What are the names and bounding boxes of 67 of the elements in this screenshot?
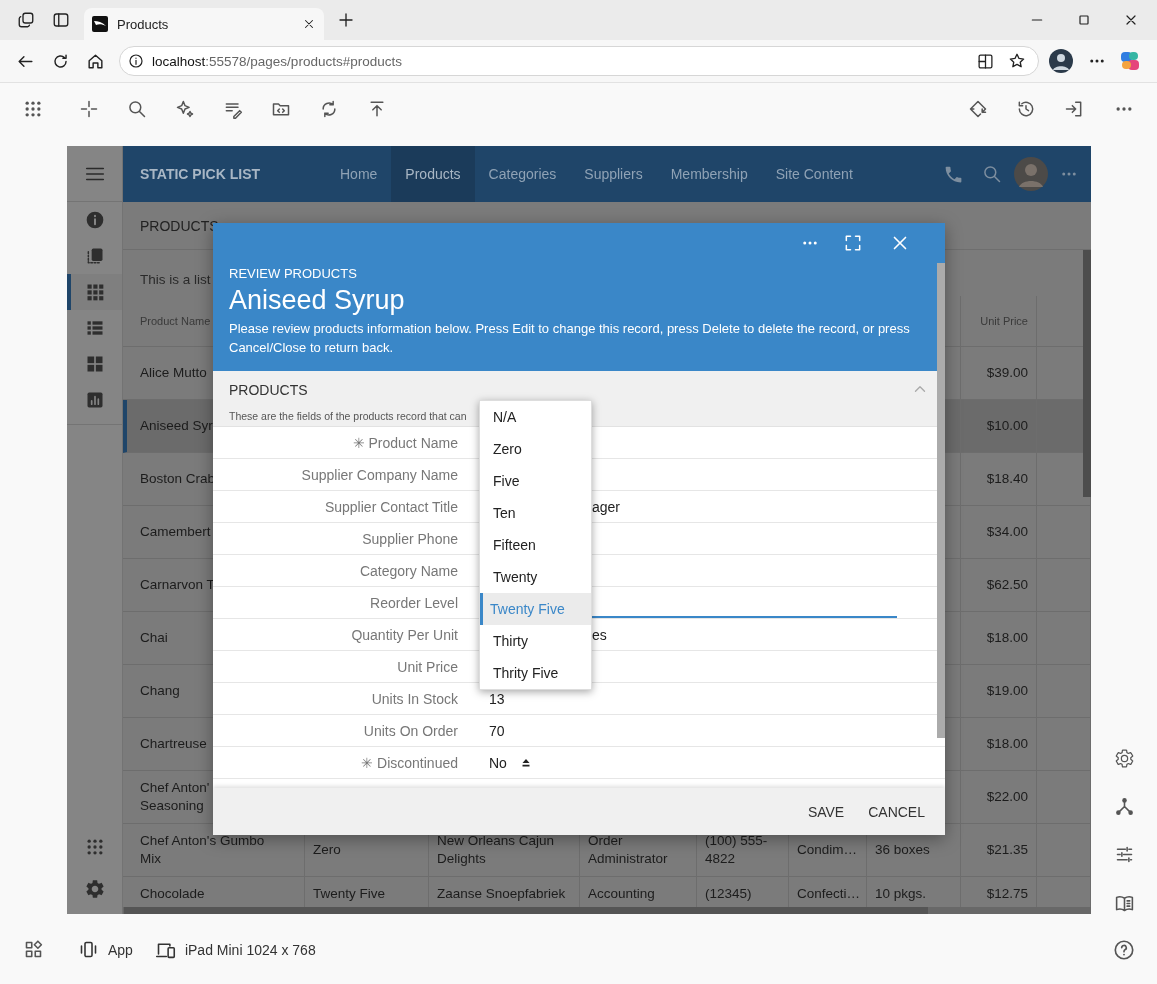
dropdown-option[interactable]: Ten bbox=[480, 497, 591, 529]
dropdown-option[interactable]: Zero bbox=[480, 433, 591, 465]
dropdown-option[interactable]: Thirty bbox=[480, 625, 591, 657]
dropdown-option[interactable]: Fifteen bbox=[480, 529, 591, 561]
field-label: Unit Price bbox=[396, 658, 458, 675]
hierarchy-icon[interactable] bbox=[1113, 795, 1135, 817]
nav-tab[interactable]: Suppliers bbox=[570, 146, 657, 202]
field-value: es bbox=[592, 626, 607, 643]
field-value: 13 bbox=[489, 690, 505, 707]
sidebar-icon[interactable] bbox=[51, 11, 70, 29]
field-label: ✳ Product Name bbox=[351, 434, 458, 451]
crosshair-icon[interactable] bbox=[79, 98, 99, 119]
sidebar-item[interactable] bbox=[67, 274, 122, 310]
nav-tab[interactable]: Site Content bbox=[761, 146, 867, 202]
field-label: Category Name bbox=[358, 562, 458, 579]
dropdown-option[interactable]: Five bbox=[480, 465, 591, 497]
help-icon[interactable] bbox=[1113, 939, 1135, 961]
nav-tab[interactable]: Membership bbox=[656, 146, 762, 202]
settings-icon[interactable] bbox=[1113, 747, 1135, 769]
dialog-subtitle: REVIEW PRODUCTS bbox=[229, 266, 358, 281]
search-icon[interactable] bbox=[127, 98, 147, 119]
field-label: Supplier Contact Title bbox=[323, 498, 458, 515]
site-logo-icon bbox=[92, 16, 108, 32]
dialog-title: Aniseed Syrup bbox=[229, 284, 406, 317]
widgets-icon[interactable] bbox=[23, 939, 44, 960]
scrollbar[interactable] bbox=[937, 263, 945, 738]
page-description: This is a list bbox=[140, 272, 211, 287]
fullscreen-icon[interactable] bbox=[843, 233, 863, 253]
info-icon bbox=[84, 210, 105, 230]
dropdown-option[interactable]: N/A bbox=[480, 401, 591, 433]
nav-tab[interactable]: Products bbox=[391, 146, 475, 202]
nav-tab[interactable]: Categories bbox=[474, 146, 571, 202]
scrollbar[interactable] bbox=[124, 907, 928, 914]
sparkle-icon[interactable] bbox=[175, 98, 195, 119]
field-label: Units In Stock bbox=[370, 690, 458, 707]
close-icon[interactable] bbox=[302, 17, 316, 31]
app-title: STATIC PICK LIST bbox=[140, 166, 262, 182]
new-tab-icon[interactable] bbox=[336, 11, 355, 29]
device-button[interactable]: iPad Mini 1024 x 768 bbox=[154, 939, 316, 960]
field-label: Units On Order bbox=[362, 722, 458, 739]
address-bar[interactable]: localhost:55578/pages/products#products bbox=[119, 46, 1039, 76]
section-title[interactable]: PRODUCTS bbox=[229, 382, 308, 398]
select-field[interactable]: No bbox=[489, 754, 533, 771]
home-icon[interactable] bbox=[86, 51, 105, 71]
field-label: Reorder Level bbox=[369, 594, 458, 611]
avatar[interactable] bbox=[1049, 49, 1073, 73]
sync-icon[interactable] bbox=[319, 98, 339, 119]
settings-icon[interactable] bbox=[83, 878, 106, 900]
dropdown-option[interactable]: Thrity Five bbox=[480, 657, 591, 689]
field-label: ✳ Discontinued bbox=[360, 754, 458, 771]
favorite-icon[interactable] bbox=[1008, 52, 1026, 70]
device-icon[interactable] bbox=[78, 939, 99, 960]
tabs-icon[interactable] bbox=[16, 11, 35, 29]
field-label: Supplier Phone bbox=[361, 530, 458, 547]
search-icon[interactable] bbox=[982, 164, 1002, 184]
field-value: 70 bbox=[489, 722, 505, 739]
browser-tab[interactable]: Products bbox=[84, 8, 324, 40]
app-mode-button[interactable]: App bbox=[78, 939, 133, 960]
field-label: Quantity Per Unit bbox=[350, 626, 458, 643]
split-view-icon[interactable] bbox=[977, 52, 994, 70]
nav-tab[interactable]: Home bbox=[326, 146, 392, 202]
scrollbar[interactable] bbox=[1083, 250, 1091, 497]
dropdown-option[interactable]: Twenty bbox=[480, 561, 591, 593]
info-icon[interactable] bbox=[128, 53, 144, 69]
swap-icon[interactable] bbox=[968, 98, 988, 119]
field-value: ager bbox=[592, 498, 621, 515]
colorful-logo-icon[interactable] bbox=[1119, 50, 1141, 72]
